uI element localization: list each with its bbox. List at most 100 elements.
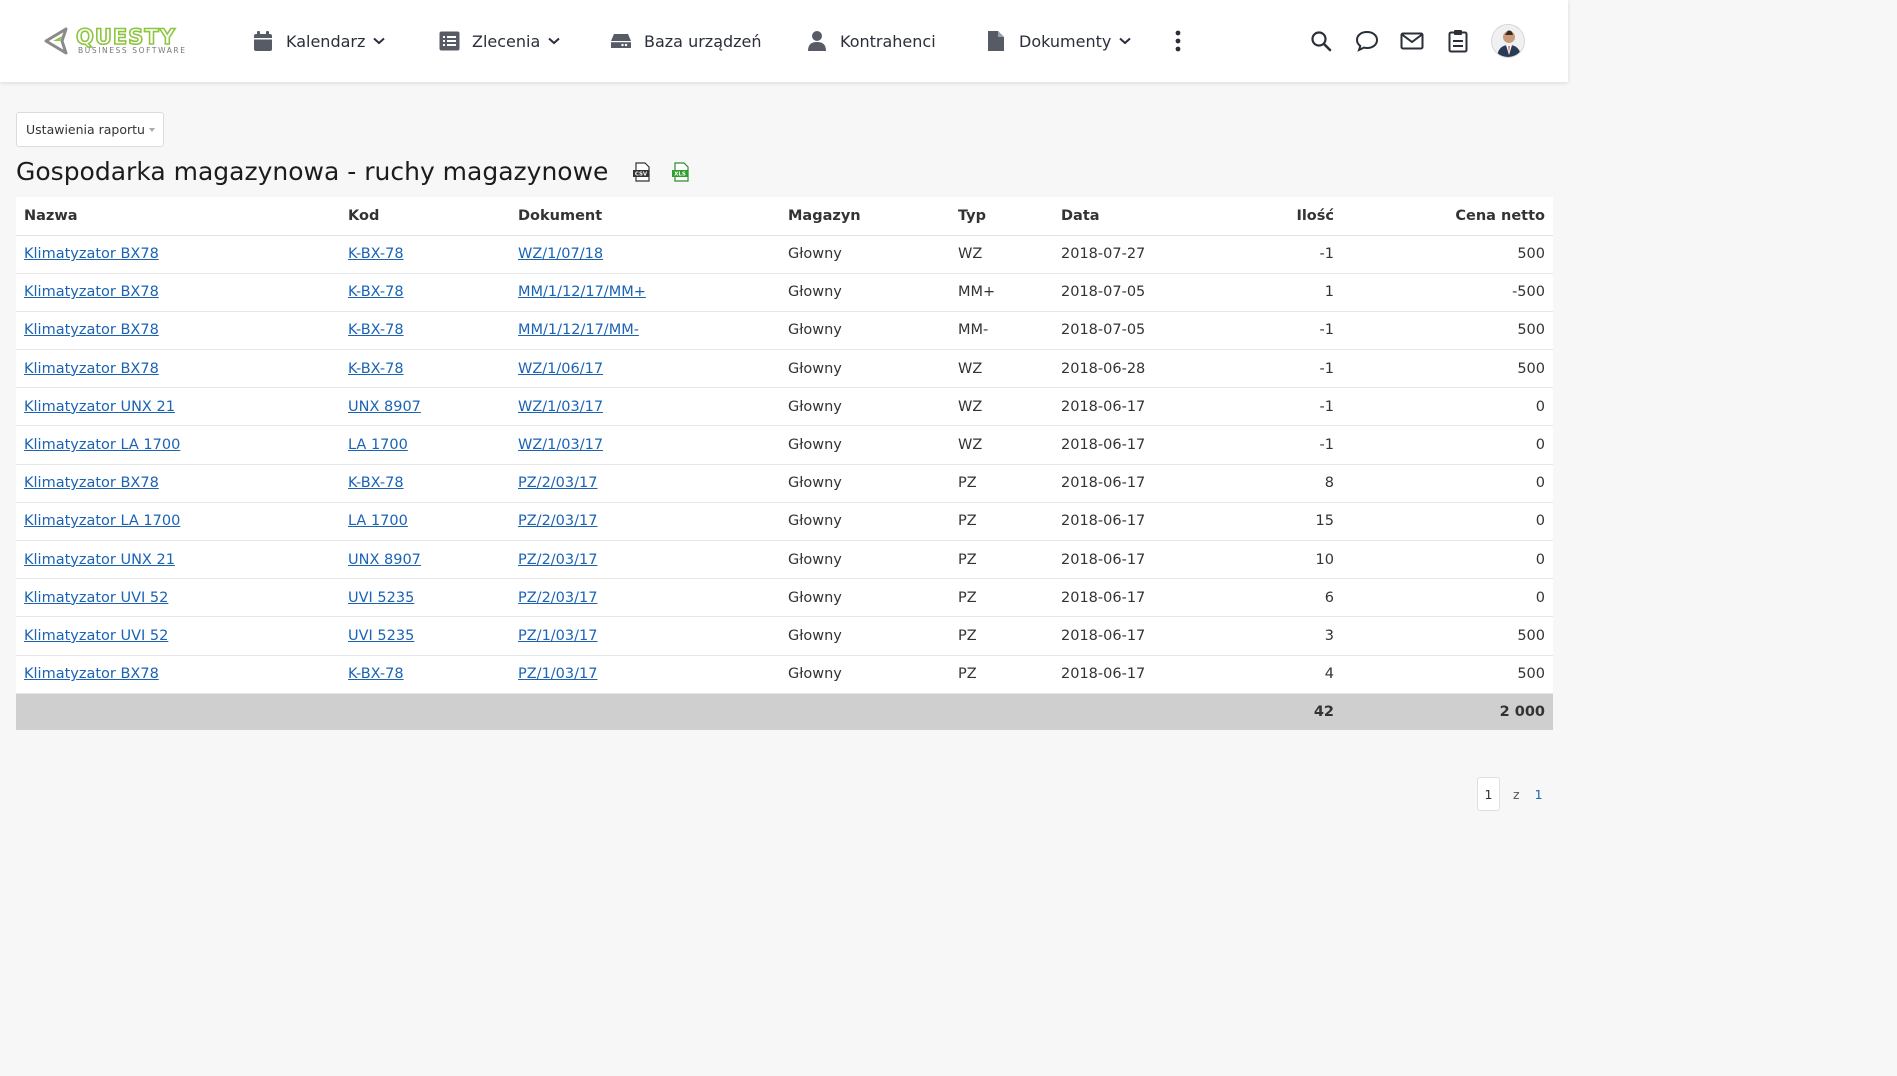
table-row: Klimatyzator UNX 21 UNX 8907 PZ/2/03/17 …: [16, 540, 1553, 580]
type-cell: PZ: [950, 616, 1053, 656]
product-code-link[interactable]: K-BX-78: [348, 475, 404, 491]
table-row: Klimatyzator BX78 K-BX-78 WZ/1/06/17 Gło…: [16, 349, 1553, 389]
type-cell: PZ: [950, 502, 1053, 542]
warehouse-cell: Głowny: [780, 616, 950, 656]
product-name-link[interactable]: Klimatyzator UVI 52: [24, 628, 168, 644]
quantity-cell: 15: [1203, 502, 1342, 542]
document-link[interactable]: PZ/2/03/17: [518, 475, 597, 491]
document-link[interactable]: PZ/1/03/17: [518, 666, 597, 682]
product-code-link[interactable]: LA 1700: [348, 437, 408, 453]
column-header-net-price[interactable]: Cena netto: [1342, 197, 1553, 236]
document-link[interactable]: PZ/2/03/17: [518, 513, 597, 529]
product-code-link[interactable]: K-BX-78: [348, 322, 404, 338]
nav-calendar[interactable]: Kalendarz: [252, 28, 386, 54]
product-name-link[interactable]: Klimatyzator UNX 21: [24, 552, 175, 568]
document-link[interactable]: WZ/1/03/17: [518, 399, 603, 415]
quantity-cell: -1: [1203, 349, 1342, 389]
mail-icon[interactable]: [1400, 29, 1424, 53]
column-header-document[interactable]: Dokument: [510, 197, 780, 236]
user-avatar-image: [1492, 25, 1524, 57]
stock-movements-table: Nazwa Kod Dokument Magazyn Typ Data Iloś…: [16, 197, 1553, 731]
nav-orders[interactable]: Zlecenia: [438, 28, 560, 54]
chevron-down-icon: [1119, 37, 1132, 45]
total-pages-link[interactable]: 1: [1535, 787, 1543, 802]
more-vertical-icon[interactable]: [1168, 28, 1188, 54]
export-xls-button[interactable]: XLS: [671, 162, 691, 182]
document-link[interactable]: WZ/1/03/17: [518, 437, 603, 453]
export-csv-button[interactable]: CSV: [632, 162, 652, 182]
product-name-link[interactable]: Klimatyzator BX78: [24, 361, 159, 377]
page-title: Gospodarka magazynowa - ruchy magazynowe: [16, 157, 609, 186]
document-link[interactable]: PZ/1/03/17: [518, 628, 597, 644]
type-cell: WZ: [950, 349, 1053, 389]
product-code-link[interactable]: LA 1700: [348, 513, 408, 529]
report-settings-button[interactable]: Ustawienia raportu: [16, 112, 164, 147]
column-header-warehouse[interactable]: Magazyn: [780, 197, 950, 236]
warehouse-cell: Głowny: [780, 273, 950, 312]
quantity-cell: 1: [1203, 273, 1342, 312]
document-link[interactable]: WZ/1/06/17: [518, 361, 603, 377]
column-header-quantity[interactable]: Ilość: [1203, 197, 1342, 236]
quantity-cell: -1: [1203, 235, 1342, 274]
nav-contractors[interactable]: Kontrahenci: [806, 28, 936, 54]
document-link[interactable]: PZ/2/03/17: [518, 552, 597, 568]
warehouse-cell: Głowny: [780, 655, 950, 694]
net-price-cell: 0: [1342, 578, 1553, 618]
current-page-input[interactable]: 1: [1477, 777, 1500, 811]
nav-orders-label: Zlecenia: [472, 31, 541, 51]
product-code-link[interactable]: UVI 5235: [348, 628, 414, 644]
nav-documents[interactable]: Dokumenty: [985, 28, 1132, 54]
totals-empty-cell: [1053, 693, 1203, 731]
product-name-link[interactable]: Klimatyzator UVI 52: [24, 590, 168, 606]
questy-logo[interactable]: QUESTY BUSINESS SOFTWARE: [42, 24, 212, 60]
user-icon: [806, 30, 828, 52]
column-header-name[interactable]: Nazwa: [16, 197, 340, 236]
search-icon[interactable]: [1309, 29, 1333, 53]
totals-empty-cell: [340, 693, 510, 731]
nav-devices[interactable]: Baza urządzeń: [610, 28, 762, 54]
product-code-link[interactable]: K-BX-78: [348, 246, 404, 262]
product-name-link[interactable]: Klimatyzator BX78: [24, 322, 159, 338]
product-code-link[interactable]: K-BX-78: [348, 361, 404, 377]
type-cell: WZ: [950, 425, 1053, 465]
logo-wordmark: QUESTY: [75, 25, 176, 49]
list-icon: [438, 30, 460, 52]
product-name-link[interactable]: Klimatyzator BX78: [24, 246, 159, 262]
product-name-link[interactable]: Klimatyzator LA 1700: [24, 513, 180, 529]
clipboard-icon[interactable]: [1446, 29, 1470, 53]
column-header-date[interactable]: Data: [1053, 197, 1203, 236]
column-header-code[interactable]: Kod: [340, 197, 510, 236]
date-cell: 2018-06-17: [1053, 655, 1203, 694]
document-link[interactable]: WZ/1/07/18: [518, 246, 603, 262]
date-cell: 2018-07-05: [1053, 273, 1203, 312]
warehouse-cell: Głowny: [780, 349, 950, 389]
product-name-link[interactable]: Klimatyzator UNX 21: [24, 399, 175, 415]
type-cell: WZ: [950, 235, 1053, 274]
product-name-link[interactable]: Klimatyzator BX78: [24, 475, 159, 491]
chat-icon[interactable]: [1355, 29, 1379, 53]
hard-drive-icon: [610, 30, 632, 52]
product-code-link[interactable]: UVI 5235: [348, 590, 414, 606]
document-link[interactable]: PZ/2/03/17: [518, 590, 597, 606]
product-code-link[interactable]: UNX 8907: [348, 399, 421, 415]
top-navigation-bar: QUESTY BUSINESS SOFTWARE Kalendarz Zlece…: [0, 0, 1568, 82]
document-link[interactable]: MM/1/12/17/MM-: [518, 322, 639, 338]
product-name-link[interactable]: Klimatyzator LA 1700: [24, 437, 180, 453]
warehouse-cell: Głowny: [780, 464, 950, 503]
product-code-link[interactable]: K-BX-78: [348, 666, 404, 682]
csv-icon-text: CSV: [635, 172, 648, 178]
net-price-cell: 500: [1342, 616, 1553, 656]
product-name-link[interactable]: Klimatyzator BX78: [24, 284, 159, 300]
product-code-link[interactable]: UNX 8907: [348, 552, 421, 568]
product-code-link[interactable]: K-BX-78: [348, 284, 404, 300]
date-cell: 2018-07-05: [1053, 311, 1203, 351]
column-header-type[interactable]: Typ: [950, 197, 1053, 236]
document-link[interactable]: MM/1/12/17/MM+: [518, 284, 646, 300]
product-name-link[interactable]: Klimatyzator BX78: [24, 666, 159, 682]
date-cell: 2018-06-17: [1053, 578, 1203, 618]
date-cell: 2018-06-28: [1053, 349, 1203, 389]
quantity-cell: -1: [1203, 425, 1342, 465]
avatar[interactable]: [1491, 24, 1525, 58]
table-row: Klimatyzator UVI 52 UVI 5235 PZ/1/03/17 …: [16, 616, 1553, 656]
table-row: Klimatyzator LA 1700 LA 1700 WZ/1/03/17 …: [16, 425, 1553, 465]
